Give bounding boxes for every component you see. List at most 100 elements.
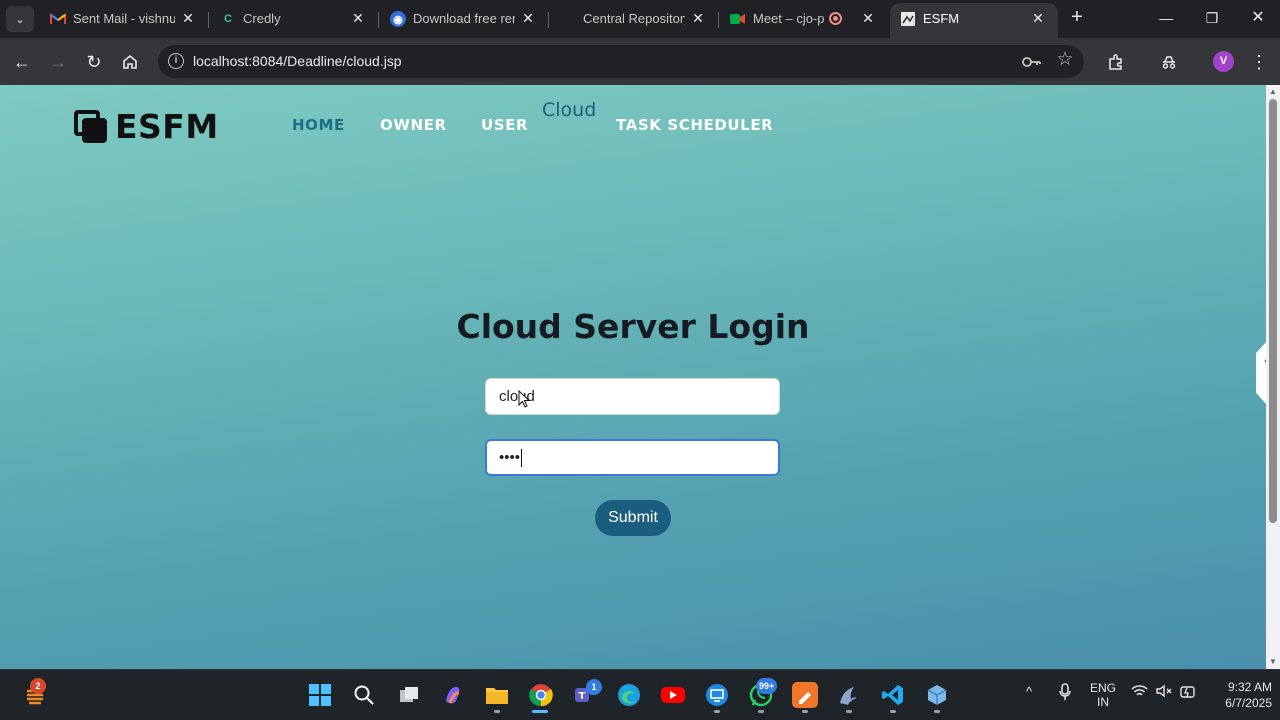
svg-text:T: T bbox=[579, 691, 586, 702]
mysql-workbench-icon[interactable] bbox=[836, 682, 862, 708]
search-icon[interactable] bbox=[351, 682, 377, 708]
task-view-icon[interactable] bbox=[396, 682, 422, 708]
file-explorer-icon[interactable] bbox=[484, 682, 510, 708]
close-tab-icon[interactable]: ✕ bbox=[1030, 10, 1046, 26]
nav-task-scheduler[interactable]: TASK SCHEDULER bbox=[616, 116, 773, 134]
tab-strip: ⌄ Sent Mail - vishnu ✕ C Credly ✕ ◉ Down… bbox=[0, 0, 1280, 38]
clock-date: 6/7/2025 bbox=[1225, 696, 1272, 710]
meet-icon bbox=[730, 11, 746, 27]
profile-avatar[interactable]: V bbox=[1213, 51, 1234, 72]
url-text: localhost:8084/Deadline/cloud.jsp bbox=[193, 53, 402, 69]
vscode-icon[interactable] bbox=[880, 682, 906, 708]
tab-title: Meet – cjo-pev bbox=[753, 11, 825, 26]
clock-time: 9:32 AM bbox=[1227, 680, 1272, 694]
logo-squares-icon bbox=[74, 109, 108, 144]
forward-icon[interactable]: → bbox=[46, 50, 70, 74]
tab-separator bbox=[718, 12, 719, 28]
page-scrollbar[interactable]: ▲ ▼ bbox=[1266, 85, 1280, 669]
credly-icon: C bbox=[224, 13, 232, 25]
running-indicator bbox=[934, 710, 940, 713]
tab-title: Credly bbox=[243, 11, 281, 26]
mouse-cursor-icon bbox=[518, 390, 530, 408]
tab-title: Central Repository bbox=[583, 11, 685, 26]
wifi-icon[interactable] bbox=[1131, 684, 1148, 701]
tab-meet[interactable]: Meet – cjo-pev ✕ bbox=[720, 3, 888, 35]
esfm-icon bbox=[900, 11, 916, 27]
extensions-icon[interactable] bbox=[1104, 50, 1128, 74]
running-indicator bbox=[494, 710, 500, 713]
windows-taskbar: 2 T 1 99+ ^ ENG IN 9:32 AM 6/7/2025 bbox=[0, 669, 1280, 720]
region-code: IN bbox=[1097, 695, 1109, 709]
tab-esfm[interactable]: ESFM ✕ bbox=[890, 3, 1058, 38]
minimize-button[interactable]: — bbox=[1151, 7, 1181, 29]
home-icon[interactable] bbox=[118, 50, 142, 74]
close-tab-icon[interactable]: ✕ bbox=[520, 10, 536, 26]
nav-owner[interactable]: OWNER bbox=[380, 116, 447, 134]
nav-cloud[interactable]: Cloud bbox=[542, 99, 596, 121]
bookmark-star-icon[interactable]: ☆ bbox=[1054, 49, 1076, 71]
edge-icon[interactable] bbox=[616, 682, 642, 708]
copilot-icon[interactable] bbox=[440, 682, 466, 708]
browser-toolbar: ← → ↻ i localhost:8084/Deadline/cloud.js… bbox=[0, 38, 1280, 85]
running-indicator bbox=[758, 710, 764, 713]
running-indicator bbox=[714, 710, 720, 713]
widgets-badge: 2 bbox=[30, 678, 46, 694]
tab-gmail[interactable]: Sent Mail - vishnu ✕ bbox=[40, 3, 208, 35]
system-clock[interactable]: 9:32 AM 6/7/2025 bbox=[1208, 679, 1272, 711]
logo-text: ESFM bbox=[115, 107, 219, 146]
back-icon[interactable]: ← bbox=[10, 50, 34, 74]
scroll-up-arrow-icon[interactable]: ▲ bbox=[1268, 87, 1278, 97]
nav-home[interactable]: HOME bbox=[292, 116, 345, 134]
windows-start-icon[interactable] bbox=[307, 682, 333, 708]
running-indicator bbox=[846, 710, 852, 713]
scroll-down-arrow-icon[interactable]: ▼ bbox=[1268, 657, 1278, 667]
nav-user[interactable]: USER bbox=[481, 116, 528, 134]
site-info-icon[interactable]: i bbox=[168, 53, 184, 69]
chevron-up-icon[interactable]: ^ bbox=[1026, 684, 1032, 699]
gmail-icon bbox=[50, 11, 66, 27]
submit-button[interactable]: Submit bbox=[595, 500, 671, 536]
site-logo[interactable]: ESFM bbox=[74, 107, 219, 146]
tab-separator bbox=[208, 12, 209, 28]
active-indicator bbox=[532, 710, 548, 713]
password-input[interactable]: •••• bbox=[485, 439, 780, 476]
more-menu-icon[interactable]: ⋮ bbox=[1247, 50, 1271, 74]
virtualbox-icon[interactable] bbox=[924, 682, 950, 708]
tab-title: Download free ren bbox=[413, 11, 515, 26]
tab-search-button[interactable]: ⌄ bbox=[6, 6, 34, 32]
tab-separator bbox=[378, 12, 379, 28]
address-bar[interactable]: i localhost:8084/Deadline/cloud.jsp ☆ bbox=[158, 45, 1084, 78]
close-tab-icon[interactable]: ✕ bbox=[180, 10, 196, 26]
volume-muted-icon[interactable] bbox=[1156, 684, 1172, 701]
tab-download[interactable]: ◉ Download free ren ✕ bbox=[380, 3, 548, 35]
login-title: Cloud Server Login bbox=[456, 307, 810, 346]
chrome-icon[interactable] bbox=[528, 682, 554, 708]
draw-app-icon[interactable] bbox=[792, 682, 818, 708]
battery-icon[interactable] bbox=[1180, 684, 1197, 702]
whatsapp-badge: 99+ bbox=[756, 678, 778, 694]
close-window-button[interactable]: ✕ bbox=[1243, 7, 1273, 29]
running-indicator bbox=[802, 710, 808, 713]
tab-central-repository[interactable]: Central Repository ✕ bbox=[550, 3, 718, 35]
text-caret bbox=[521, 449, 523, 468]
new-tab-button[interactable]: + bbox=[1066, 7, 1088, 29]
password-key-icon[interactable] bbox=[1020, 51, 1042, 73]
youtube-icon[interactable] bbox=[660, 682, 686, 708]
tab-title: ESFM bbox=[923, 11, 960, 26]
teams-badge: 1 bbox=[586, 679, 602, 695]
close-tab-icon[interactable]: ✕ bbox=[690, 10, 706, 26]
scrollbar-thumb[interactable] bbox=[1269, 99, 1277, 523]
page-viewport: ESFM HOME OWNER USER Cloud TASK SCHEDULE… bbox=[0, 85, 1266, 669]
recording-icon bbox=[829, 12, 842, 25]
remote-desktop-icon[interactable] bbox=[704, 682, 730, 708]
running-indicator bbox=[890, 710, 896, 713]
close-tab-icon[interactable]: ✕ bbox=[350, 10, 366, 26]
reload-icon[interactable]: ↻ bbox=[82, 50, 106, 74]
microphone-icon[interactable] bbox=[1058, 683, 1072, 704]
language-indicator[interactable]: ENG IN bbox=[1090, 681, 1116, 709]
restore-button[interactable]: ❐ bbox=[1197, 7, 1227, 29]
tab-separator bbox=[548, 12, 549, 28]
incognito-icon[interactable] bbox=[1157, 50, 1181, 74]
close-tab-icon[interactable]: ✕ bbox=[860, 10, 876, 26]
tab-credly[interactable]: C Credly ✕ bbox=[210, 3, 378, 35]
